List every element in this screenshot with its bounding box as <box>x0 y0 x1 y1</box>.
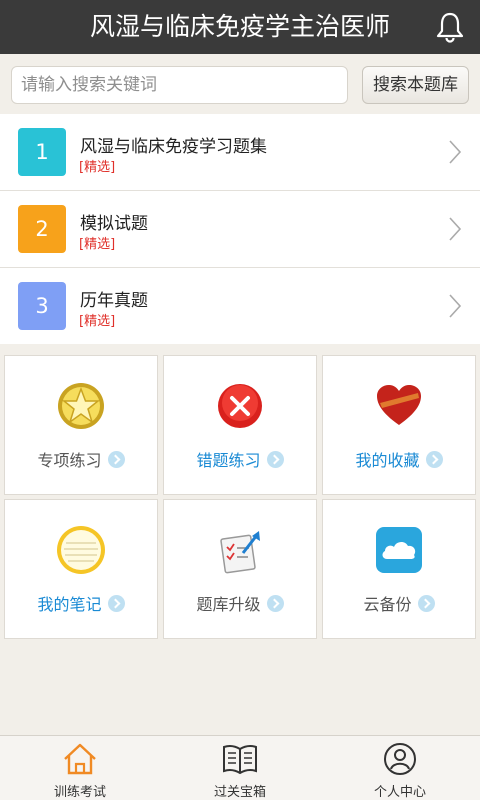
tab-training-exam[interactable]: 训练考试 <box>0 736 160 800</box>
chevron-circle-icon <box>425 450 443 468</box>
tab-label: 过关宝箱 <box>213 785 266 800</box>
tab-label: 个人中心 <box>373 785 426 800</box>
page-title: 风湿与临床免疫学主治医师 <box>89 12 390 41</box>
chevron-circle-icon <box>266 594 284 612</box>
special-practice-tile[interactable]: 专项练习 <box>4 355 158 495</box>
tile-label: 专项练习 <box>37 451 102 470</box>
home-icon <box>64 743 96 775</box>
cloud-backup-tile[interactable]: 云备份 <box>322 499 476 639</box>
upgrade-icon <box>220 531 260 574</box>
tab-treasure-box[interactable]: 过关宝箱 <box>160 736 320 800</box>
item-number-badge: 1 <box>18 128 66 176</box>
chevron-circle-icon <box>107 594 125 612</box>
question-bank-list: 1 风湿与临床免疫学习题集 [精选] 2 模拟试题 [精选] 3 历年真题 [精… <box>0 114 480 344</box>
my-favorites-tile[interactable]: 我的收藏 <box>322 355 476 495</box>
item-tag: [精选] <box>79 314 116 329</box>
tile-label: 我的收藏 <box>355 451 420 470</box>
chevron-right-icon <box>449 140 462 164</box>
chevron-circle-icon <box>107 450 125 468</box>
notepad-icon <box>57 526 105 574</box>
book-icon <box>223 744 257 775</box>
search-input[interactable] <box>11 66 348 104</box>
search-bar: 搜索本题库 <box>0 54 480 114</box>
chevron-circle-icon <box>266 450 284 468</box>
tab-personal-center[interactable]: 个人中心 <box>320 736 480 800</box>
cloud-icon <box>376 527 422 573</box>
item-tag: [精选] <box>79 160 116 175</box>
chevron-right-icon <box>449 217 462 241</box>
tile-label: 我的笔记 <box>37 595 102 614</box>
wrong-x-icon <box>218 384 262 428</box>
list-item[interactable]: 1 风湿与临床免疫学习题集 [精选] <box>0 114 480 191</box>
feature-grid: 专项练习 错题练习 我的收藏 我的笔记 题库升级 云备份 <box>0 344 480 644</box>
search-button[interactable]: 搜索本题库 <box>362 66 469 104</box>
bell-icon[interactable] <box>434 11 466 43</box>
item-number-badge: 2 <box>18 205 66 253</box>
chevron-circle-icon <box>417 594 435 612</box>
tile-label: 云备份 <box>363 595 412 614</box>
wrong-question-practice-tile[interactable]: 错题练习 <box>163 355 317 495</box>
item-tag: [精选] <box>79 237 116 252</box>
my-notes-tile[interactable]: 我的笔记 <box>4 499 158 639</box>
user-icon <box>384 743 416 775</box>
list-item[interactable]: 3 历年真题 [精选] <box>0 268 480 345</box>
item-number-badge: 3 <box>18 282 66 330</box>
tile-label: 错题练习 <box>196 451 261 470</box>
item-name: 模拟试题 <box>80 214 148 234</box>
chevron-right-icon <box>449 294 462 318</box>
item-name: 风湿与临床免疫学习题集 <box>80 137 267 157</box>
tile-label: 题库升级 <box>196 595 261 614</box>
star-badge-icon <box>58 383 104 429</box>
bottom-tab-bar: 训练考试 过关宝箱 个人中心 <box>0 735 480 800</box>
tab-label: 训练考试 <box>53 785 106 800</box>
item-name: 历年真题 <box>80 291 148 311</box>
bank-upgrade-tile[interactable]: 题库升级 <box>163 499 317 639</box>
list-item[interactable]: 2 模拟试题 [精选] <box>0 191 480 268</box>
heart-icon <box>377 385 421 425</box>
app-header: 风湿与临床免疫学主治医师 <box>0 0 480 54</box>
